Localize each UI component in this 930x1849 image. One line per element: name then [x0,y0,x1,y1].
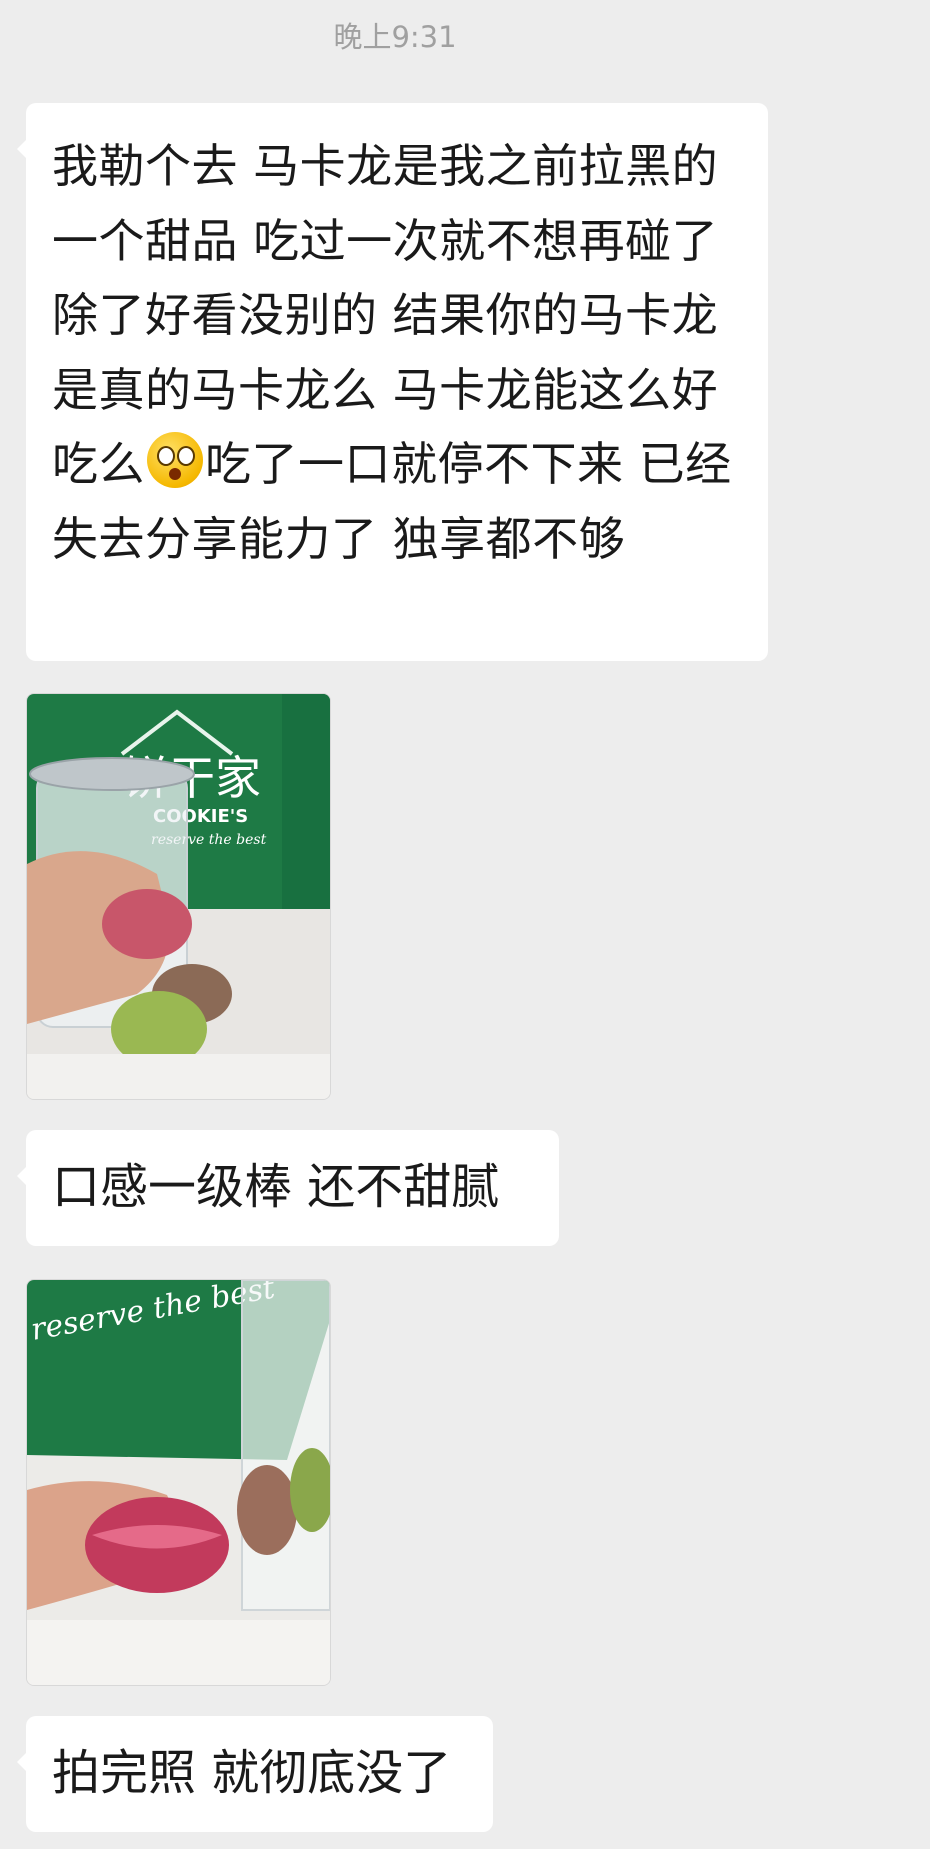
message-text: 口感一级棒 还不甜腻 [52,1159,500,1215]
message-bubble[interactable]: 口感一级棒 还不甜腻 [17,1130,559,1246]
message-text: 我勒个去 马卡龙是我之前拉黑的一个甜品 吃过一次就不想再碰了 除了好看没别的 结… [52,139,732,566]
message-image-macaron-bite[interactable]: reserve the best [26,1279,331,1686]
message-text: 拍完照 就彻底没了 [52,1745,452,1801]
timestamp: 晚上9:31 [333,20,457,54]
message-bubble[interactable]: 我勒个去 马卡龙是我之前拉黑的一个甜品 吃过一次就不想再碰了 除了好看没别的 结… [17,103,768,661]
message-image-macaron-jar[interactable]: 饼干家 COOKIE'S reserve the best [26,693,331,1100]
macaron-bite-photo: reserve the best [27,1280,330,1685]
astonished-face-icon [147,432,203,488]
macaron-jar-photo: 饼干家 COOKIE'S reserve the best [27,694,330,1099]
message-bubble[interactable]: 拍完照 就彻底没了 [17,1716,493,1832]
